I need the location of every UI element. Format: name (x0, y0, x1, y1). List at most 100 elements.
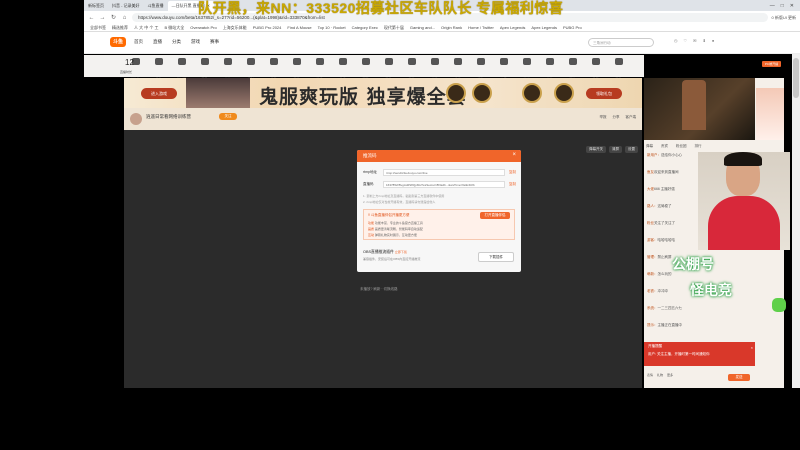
download-icon[interactable]: ⬇ (702, 38, 705, 43)
maximize-button[interactable]: □ (781, 3, 784, 9)
bookmark-item[interactable]: Top 10 · Rocket (318, 25, 346, 30)
reload-icon[interactable]: ↻ (110, 14, 117, 21)
chat-user[interactable]: 管理： (647, 255, 658, 259)
close-icon[interactable]: × (751, 345, 753, 350)
bookmark-item[interactable]: PUBG Pro (563, 25, 582, 30)
chat-user[interactable]: 提示： (647, 323, 658, 327)
chat-user[interactable]: 鱼友 (647, 170, 654, 174)
bookmark-item[interactable]: 全部书签 (90, 25, 106, 31)
share-link[interactable]: 分享 (613, 115, 620, 120)
chat-text: 冲冲冲 (657, 289, 669, 293)
tab-rank[interactable]: 排行 (695, 144, 702, 149)
browser-tab[interactable]: 斗鱼直播 (144, 1, 168, 11)
bookmark-item[interactable]: Origin Rank (441, 25, 462, 30)
toolbar-icon (200, 58, 209, 65)
bookmark-item[interactable]: Home / Twitter (468, 25, 494, 30)
settings-button[interactable]: 设置 (625, 146, 638, 153)
danmaku-toggle[interactable]: 弹幕开关 (586, 146, 606, 153)
gift-button[interactable]: 礼物 (657, 373, 663, 377)
bookmark-item[interactable]: Gaming and... (410, 25, 435, 30)
browser-tab[interactable]: 抖音 - 记录美好 (108, 1, 144, 11)
minimize-button[interactable]: — (770, 3, 775, 9)
tab-danmaku[interactable]: 弹幕 (646, 144, 653, 149)
nav-item-category[interactable]: 分类 (172, 39, 181, 45)
marquee-text: 队开黑，来NN：333520招募社区车队队长 专属福利惊喜 (198, 0, 564, 16)
chat-user[interactable]: 粉丝 (647, 221, 654, 225)
streamer-avatar[interactable] (130, 113, 142, 125)
more-button[interactable]: 更多 (667, 373, 673, 377)
notify-banner[interactable]: 开播提醒 用户: 关注主播，开播时第一时间通知你 × (644, 342, 755, 366)
site-nav: 首页 直播 分类 游戏 赛事 (134, 39, 219, 45)
toolbar-icon (407, 58, 416, 65)
back-icon[interactable]: ← (88, 15, 95, 21)
bookmark-item[interactable]: Apex Legends (531, 25, 557, 30)
site-search-input[interactable]: 三角洲行动 (588, 38, 654, 47)
scrollbar-thumb[interactable] (793, 58, 799, 98)
stream-duration-count: 12 (125, 58, 134, 67)
close-window-button[interactable]: ✕ (790, 3, 794, 9)
follow-button[interactable]: 关注 (219, 113, 237, 120)
ad-banner[interactable]: 进入游戏 鬼服爽玩版 独享爆全套 领取礼包 (124, 78, 642, 108)
rtmp-field[interactable]: rtmp://sendtc3a.douyu.com/live (383, 169, 505, 176)
stream-duration-label: 直播时长 (120, 70, 133, 74)
chat-user[interactable]: 新用户： (647, 153, 661, 157)
nav-item-home[interactable]: 首页 (134, 39, 143, 45)
clear-screen-button[interactable]: 清屏 (609, 146, 622, 153)
bookmark-item[interactable]: Find A Mouse (287, 25, 311, 30)
webcam-overlay (698, 152, 790, 250)
tab-label: 新标签页 (88, 2, 104, 8)
close-icon[interactable]: × (512, 152, 516, 158)
toolbar-icon (315, 58, 324, 65)
avatar[interactable]: ● (712, 38, 714, 43)
chat-user[interactable]: 路人： (647, 204, 658, 208)
chat-user[interactable]: 游客： (647, 238, 658, 242)
nav-item-events[interactable]: 赛事 (210, 39, 219, 45)
window-controls: — □ ✕ (770, 3, 800, 9)
extensions-area[interactable]: 0 新版UI 更新 (772, 15, 796, 21)
send-button[interactable]: 发送 (728, 374, 750, 381)
stream-key-field[interactable]: 1637852rBvgAd2S8QpMs?wsSecret=8f3a2b...&… (383, 181, 505, 188)
bookmark-item[interactable]: Category Exec (352, 25, 378, 30)
history-icon[interactable]: ◷ (674, 38, 678, 43)
report-link[interactable]: 举报 (600, 115, 607, 120)
site-logo[interactable]: 斗鱼 (110, 37, 126, 47)
mini-video[interactable] (644, 78, 755, 140)
bookmark-item[interactable]: 精选推荐 (112, 25, 128, 31)
nav-item-games[interactable]: 游戏 (191, 39, 200, 45)
client-link[interactable]: 客户端 (626, 115, 637, 120)
bookmark-item[interactable]: 人 大 中 个 工 (134, 25, 158, 31)
chat-user[interactable]: 大佬 (647, 187, 654, 191)
nav-item-live[interactable]: 直播 (153, 39, 162, 45)
chat-user[interactable]: 萌新： (647, 272, 658, 276)
obs-link[interactable]: 立即下载 (395, 250, 407, 254)
enter-game-button[interactable]: 进入游戏 (141, 88, 177, 99)
banner-title: 鬼服爽玩版 独享爆全套 (259, 86, 467, 108)
notify-message: 用户: 关注主播，开播时第一时间通知你 (648, 352, 710, 356)
toolbar-icon (154, 58, 163, 65)
forward-icon[interactable]: → (99, 15, 106, 21)
bookmark-item[interactable]: 现代第十届 (384, 25, 404, 31)
copy-rtmp-button[interactable]: 复制 (509, 170, 516, 175)
page-scrollbar[interactable] (792, 54, 800, 388)
bookmark-item[interactable]: PUBG Pro 2024 (253, 25, 282, 30)
toolbar-icon (177, 58, 186, 65)
chat-user[interactable]: 系统： (647, 306, 658, 310)
bookmark-item[interactable]: Overwatch Pro (190, 25, 216, 30)
copy-key-button[interactable]: 复制 (509, 182, 516, 187)
follow-icon[interactable]: ♡ (684, 38, 688, 43)
tab-vip[interactable]: 贵宾 (661, 144, 668, 149)
chat-user[interactable]: 老铁： (647, 289, 658, 293)
emoji-button[interactable]: 表情 (647, 373, 653, 377)
bookmark-item[interactable]: 上海女乐体能 (223, 25, 247, 31)
message-icon[interactable]: ✉ (693, 38, 696, 43)
claim-gift-button[interactable]: 领取礼包 (586, 88, 622, 99)
pc-stream-badge[interactable]: PC端开播 (762, 61, 781, 67)
download-plugin-button[interactable]: 下载插件 (478, 252, 514, 262)
home-icon[interactable]: ⌂ (121, 15, 128, 21)
bookmark-item[interactable]: Apex Legends (500, 25, 526, 30)
player-controls: 弹幕开关 清屏 设置 (586, 146, 638, 153)
tab-fans[interactable]: 粉丝团 (676, 144, 687, 149)
browser-tab[interactable]: 新标签页 (84, 1, 108, 11)
open-assistant-button[interactable]: 打开直播伴侣 (480, 212, 510, 219)
bookmark-item[interactable]: B 微站大全 (164, 25, 184, 31)
